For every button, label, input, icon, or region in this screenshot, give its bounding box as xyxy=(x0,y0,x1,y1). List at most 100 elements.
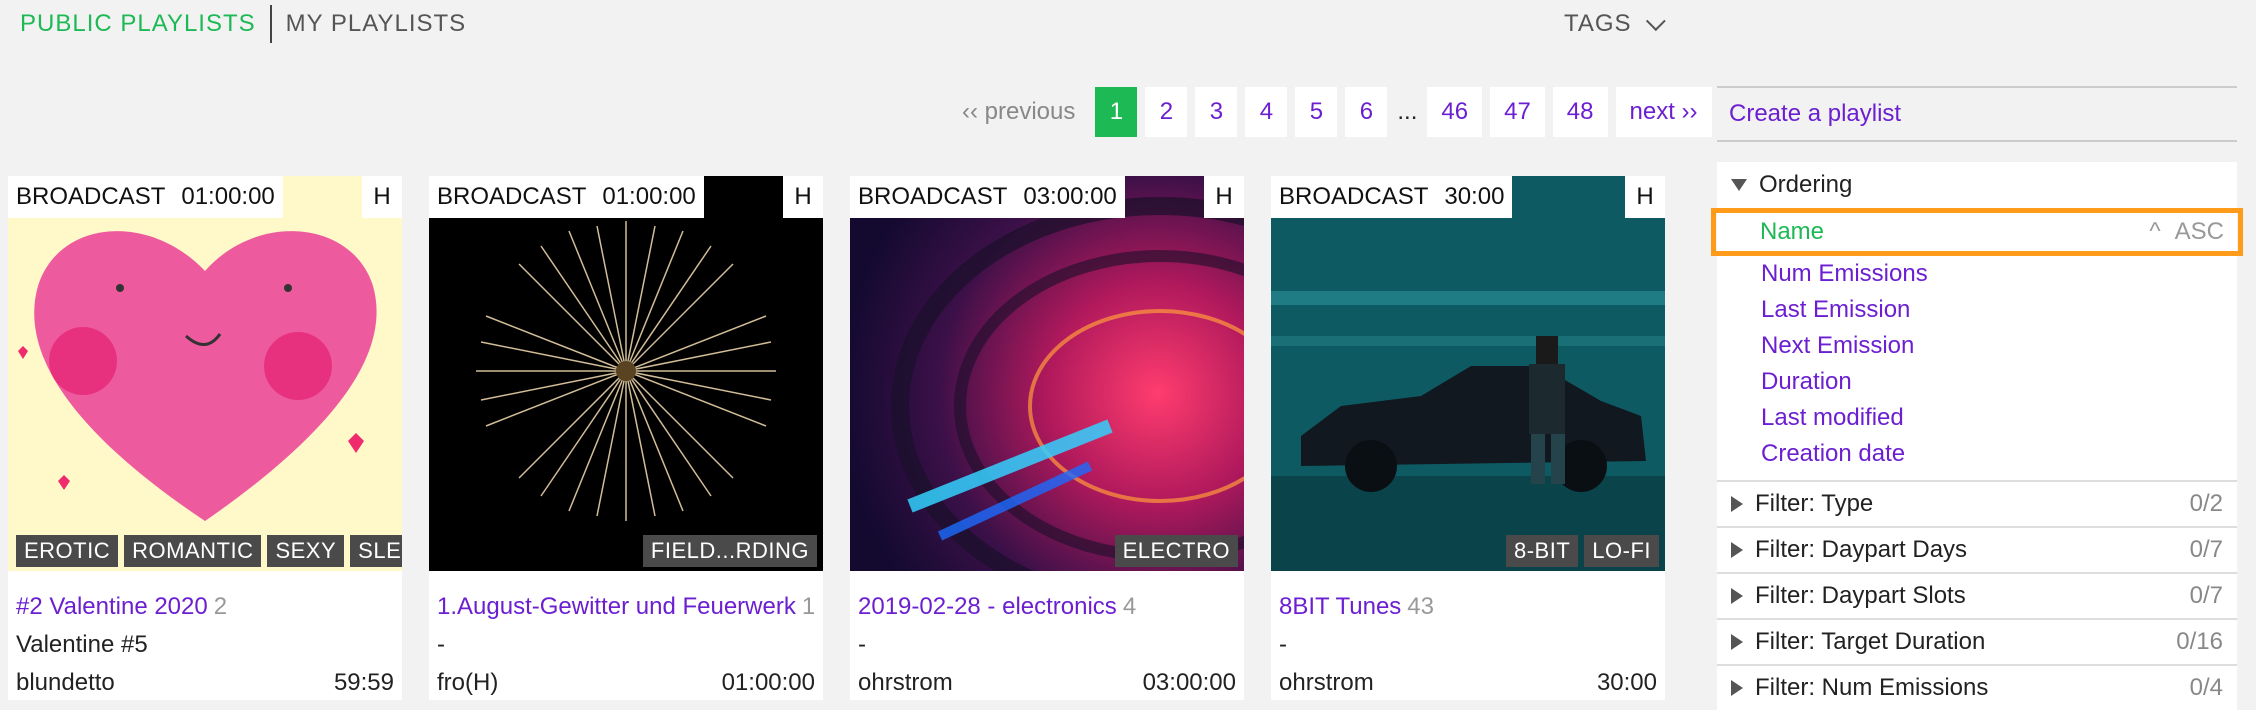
playlist-thumbnail[interactable]: BROADCAST 30:00 H 8-BIT LO-FI xyxy=(1271,176,1665,571)
filter-count: 0/7 xyxy=(2189,582,2223,609)
ordering-header[interactable]: Ordering xyxy=(1717,162,2237,208)
order-by-num-emissions[interactable]: Num Emissions xyxy=(1717,256,2237,292)
filter-target-duration[interactable]: Filter: Target Duration 0/16 xyxy=(1717,618,2237,664)
triangle-right-icon xyxy=(1731,496,1743,512)
card-footer: blundetto 59:59 xyxy=(16,669,394,697)
tab-public-playlists[interactable]: PUBLIC PLAYLISTS xyxy=(20,10,256,38)
order-by-duration[interactable]: Duration xyxy=(1717,364,2237,400)
playlist-title-row: #2 Valentine 2020 2 xyxy=(16,593,394,621)
page-3[interactable]: 3 xyxy=(1195,87,1238,137)
order-by-creation-date[interactable]: Creation date xyxy=(1717,436,2237,472)
filter-daypart-slots[interactable]: Filter: Daypart Slots 0/7 xyxy=(1717,572,2237,618)
filter-target-duration-label: Filter: Target Duration xyxy=(1755,628,1986,655)
playlist-thumbnail[interactable]: BROADCAST 01:00:00 H FIELD...RDING xyxy=(429,176,823,571)
sidebar: Create a playlist Ordering Name ^ ASC Num… xyxy=(1711,86,2243,710)
ordering-section: Ordering Name ^ ASC Num Emissions Last Em… xyxy=(1711,162,2243,480)
tags-label: TAGS xyxy=(1564,10,1632,37)
card-meta: 1.August-Gewitter und Feuerwerk 1 - fro(H… xyxy=(429,593,823,697)
page-4[interactable]: 4 xyxy=(1245,87,1288,137)
playlist-description: - xyxy=(1279,631,1287,658)
filter-count: 0/4 xyxy=(2189,674,2223,701)
page-5[interactable]: 5 xyxy=(1295,87,1338,137)
tag-lo-fi[interactable]: LO-FI xyxy=(1584,535,1659,567)
playlist-description: - xyxy=(437,631,445,658)
playlist-owner[interactable]: ohrstrom xyxy=(1279,669,1374,697)
nav-divider xyxy=(269,5,272,43)
h-button[interactable]: H xyxy=(1204,176,1244,218)
page-1[interactable]: 1 xyxy=(1095,87,1138,137)
playlist-count: 43 xyxy=(1407,593,1434,620)
tag-sexy[interactable]: SEXY xyxy=(267,535,345,567)
page-48[interactable]: 48 xyxy=(1552,87,1608,137)
h-button[interactable]: H xyxy=(362,176,402,218)
playlist-card: BROADCAST 03:00:00 H ELECTRO 2019-02-28 … xyxy=(850,176,1244,700)
playlist-owner[interactable]: ohrstrom xyxy=(858,669,953,697)
tab-my-playlists[interactable]: MY PLAYLISTS xyxy=(286,10,467,38)
playlist-title-link[interactable]: #2 Valentine 2020 xyxy=(16,593,208,620)
filter-label: Filter: Type xyxy=(1731,490,1873,518)
tag-sleep[interactable]: SLEEP xyxy=(350,535,402,567)
tag-electro[interactable]: ELECTRO xyxy=(1114,535,1238,567)
pagination: ‹‹ previous 1 2 3 4 5 6 ... 46 47 48 nex… xyxy=(950,87,1712,137)
playlist-thumbnail[interactable]: BROADCAST 03:00:00 H ELECTRO xyxy=(850,176,1244,571)
playlist-title-link[interactable]: 1.August-Gewitter und Feuerwerk xyxy=(437,593,796,620)
filter-count: 0/16 xyxy=(2176,628,2223,655)
tag-field-recording[interactable]: FIELD...RDING xyxy=(642,535,817,567)
playlist-title-link[interactable]: 2019-02-28 - electronics xyxy=(858,593,1117,620)
page-46[interactable]: 46 xyxy=(1427,87,1483,137)
next-link[interactable]: next ›› xyxy=(1615,87,1712,137)
order-by-name[interactable]: Name ^ ASC xyxy=(1711,208,2243,256)
caret-up-icon: ^ xyxy=(2149,218,2161,245)
firework-image xyxy=(429,176,823,571)
playlist-length: 03:00:00 xyxy=(1142,669,1236,696)
playlist-owner[interactable]: blundetto xyxy=(16,669,115,697)
tag-8-bit[interactable]: 8-BIT xyxy=(1505,535,1579,567)
order-by-last-emission[interactable]: Last Emission xyxy=(1717,292,2237,328)
tags-dropdown[interactable]: TAGS xyxy=(1564,0,1666,48)
filter-num-emissions[interactable]: Filter: Num Emissions 0/4 xyxy=(1717,664,2237,710)
page-2[interactable]: 2 xyxy=(1145,87,1188,137)
filter-num-emissions-label: Filter: Num Emissions xyxy=(1755,674,1989,701)
pixel-car-image xyxy=(1271,176,1665,571)
page-47[interactable]: 47 xyxy=(1490,87,1545,137)
filter-label: Filter: Daypart Days xyxy=(1731,536,1967,564)
triangle-right-icon xyxy=(1731,680,1743,696)
playlist-title-link[interactable]: 8BIT Tunes xyxy=(1279,593,1401,620)
triangle-right-icon xyxy=(1731,542,1743,558)
card-meta: 2019-02-28 - electronics 4 - ohrstrom 03:… xyxy=(850,593,1244,697)
previous-link[interactable]: ‹‹ previous xyxy=(950,87,1087,137)
playlist-owner[interactable]: fro(H) xyxy=(437,669,498,697)
filter-count: 0/7 xyxy=(2189,536,2223,563)
card-header: BROADCAST 03:00:00 xyxy=(850,176,1125,218)
card-duration: 30:00 xyxy=(1444,183,1505,210)
card-footer: ohrstrom 30:00 xyxy=(1279,669,1657,697)
create-playlist-link[interactable]: Create a playlist xyxy=(1717,86,2237,142)
order-name-label: Name xyxy=(1760,218,1825,245)
playlist-card: BROADCAST 30:00 H 8-BIT LO-FI 8BIT Tunes… xyxy=(1271,176,1665,700)
triangle-right-icon xyxy=(1731,588,1743,604)
tag-erotic[interactable]: EROTIC xyxy=(16,535,119,567)
filter-daypart-days[interactable]: Filter: Daypart Days 0/7 xyxy=(1717,526,2237,572)
playlist-thumbnail[interactable]: BROADCAST 01:00:00 H EROTIC ROMANTIC SEX… xyxy=(8,176,402,571)
tag-romantic[interactable]: ROMANTIC xyxy=(124,535,262,567)
playlist-title-row: 1.August-Gewitter und Feuerwerk 1 xyxy=(437,593,815,621)
tag-list: FIELD...RDING xyxy=(642,535,817,567)
card-type: BROADCAST xyxy=(437,183,587,210)
ordering-title: Ordering xyxy=(1759,171,1853,198)
filter-type[interactable]: Filter: Type 0/2 xyxy=(1717,480,2237,526)
sort-direction[interactable]: ^ ASC xyxy=(2149,218,2224,246)
card-type: BROADCAST xyxy=(1279,183,1429,210)
h-button[interactable]: H xyxy=(1625,176,1665,218)
sidebar-panel: Ordering Name ^ ASC Num Emissions Last Em… xyxy=(1711,162,2243,710)
playlist-length: 01:00:00 xyxy=(721,669,815,696)
card-type: BROADCAST xyxy=(858,183,1008,210)
h-button[interactable]: H xyxy=(783,176,823,218)
order-by-last-modified[interactable]: Last modified xyxy=(1717,400,2237,436)
page-6[interactable]: 6 xyxy=(1345,87,1388,137)
order-by-next-emission[interactable]: Next Emission xyxy=(1717,328,2237,364)
filter-daypart-days-label: Filter: Daypart Days xyxy=(1755,536,1968,563)
top-nav: PUBLIC PLAYLISTS MY PLAYLISTS xyxy=(20,0,466,48)
playlist-count: 1 xyxy=(801,593,816,620)
card-meta: #2 Valentine 2020 2 Valentine #5 blundett… xyxy=(8,593,402,697)
card-footer: fro(H) 01:00:00 xyxy=(437,669,815,697)
